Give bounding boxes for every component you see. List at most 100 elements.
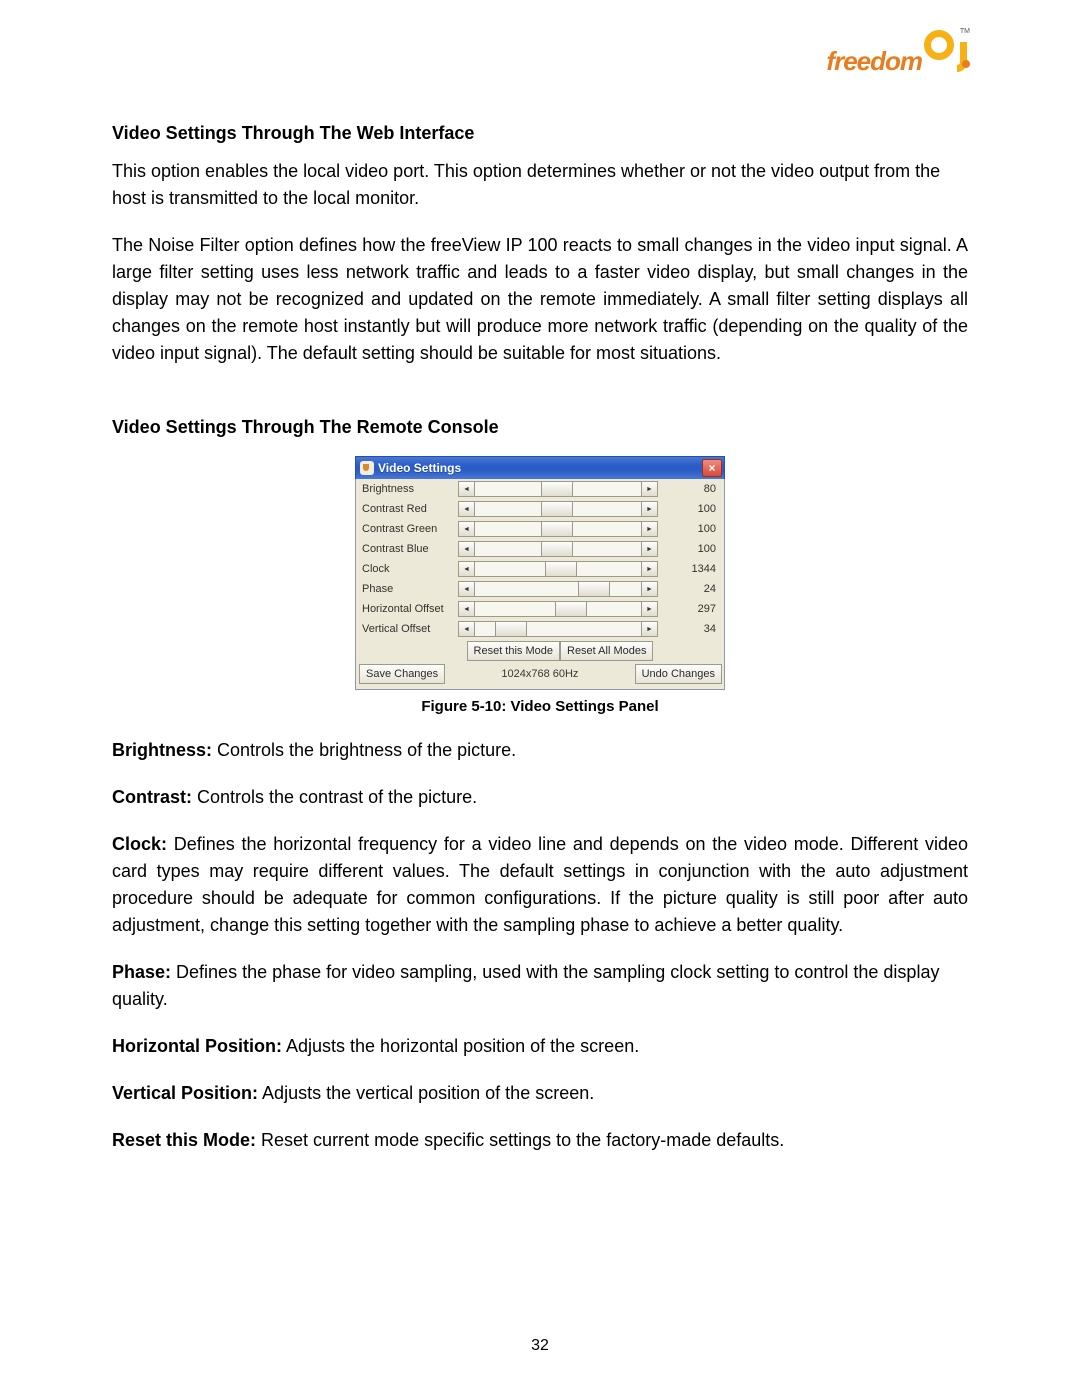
- arrow-left-icon[interactable]: ◄: [458, 601, 475, 617]
- text-phase: Defines the phase for video sampling, us…: [112, 962, 939, 1009]
- brand-nine-icon: TM: [924, 30, 964, 76]
- slider-label: Horizontal Offset: [362, 603, 454, 615]
- slider-row: Contrast Green◄►100: [356, 519, 724, 539]
- slider-track[interactable]: [475, 581, 641, 597]
- slider-row: Contrast Red◄►100: [356, 499, 724, 519]
- term-phase: Phase:: [112, 962, 171, 982]
- slider-thumb[interactable]: [545, 562, 577, 576]
- slider-scrollbar[interactable]: ◄►: [458, 601, 658, 617]
- arrow-right-icon[interactable]: ►: [641, 561, 658, 577]
- slider-scrollbar[interactable]: ◄►: [458, 621, 658, 637]
- text-contrast: Controls the contrast of the picture.: [192, 787, 477, 807]
- arrow-right-icon[interactable]: ►: [641, 621, 658, 637]
- slider-value: 1344: [662, 563, 720, 575]
- slider-track[interactable]: [475, 561, 641, 577]
- slider-thumb[interactable]: [541, 482, 573, 496]
- slider-scrollbar[interactable]: ◄►: [458, 581, 658, 597]
- slider-track[interactable]: [475, 541, 641, 557]
- slider-row: Phase◄►24: [356, 579, 724, 599]
- slider-track[interactable]: [475, 621, 641, 637]
- slider-value: 24: [662, 583, 720, 595]
- video-settings-panel: Video Settings × Brightness◄►80Contrast …: [355, 456, 725, 690]
- brand-dot-icon: [962, 60, 970, 68]
- panel-body: Brightness◄►80Contrast Red◄►100Contrast …: [355, 479, 725, 690]
- panel-titlebar: Video Settings ×: [355, 456, 725, 479]
- slider-scrollbar[interactable]: ◄►: [458, 541, 658, 557]
- slider-track[interactable]: [475, 501, 641, 517]
- def-brightness: Brightness: Controls the brightness of t…: [112, 737, 968, 764]
- save-changes-button[interactable]: Save Changes: [359, 664, 445, 684]
- arrow-left-icon[interactable]: ◄: [458, 621, 475, 637]
- slider-scrollbar[interactable]: ◄►: [458, 481, 658, 497]
- close-button[interactable]: ×: [702, 459, 722, 477]
- arrow-left-icon[interactable]: ◄: [458, 581, 475, 597]
- slider-label: Vertical Offset: [362, 623, 454, 635]
- arrow-right-icon[interactable]: ►: [641, 601, 658, 617]
- def-contrast: Contrast: Controls the contrast of the p…: [112, 784, 968, 811]
- slider-value: 100: [662, 523, 720, 535]
- arrow-right-icon[interactable]: ►: [641, 501, 658, 517]
- def-clock: Clock: Defines the horizontal frequency …: [112, 831, 968, 939]
- arrow-right-icon[interactable]: ►: [641, 481, 658, 497]
- slider-thumb[interactable]: [578, 582, 610, 596]
- reset-this-mode-button[interactable]: Reset this Mode: [467, 641, 560, 661]
- slider-label: Contrast Red: [362, 503, 454, 515]
- slider-thumb[interactable]: [555, 602, 587, 616]
- slider-row: Brightness◄►80: [356, 479, 724, 499]
- paragraph-web-2: The Noise Filter option defines how the …: [112, 232, 968, 367]
- slider-label: Clock: [362, 563, 454, 575]
- figure-caption: Figure 5-10: Video Settings Panel: [112, 698, 968, 715]
- slider-thumb[interactable]: [541, 522, 573, 536]
- slider-value: 80: [662, 483, 720, 495]
- brand-logo: freedomTM: [826, 30, 972, 76]
- undo-changes-button[interactable]: Undo Changes: [635, 664, 722, 684]
- arrow-right-icon[interactable]: ►: [641, 521, 658, 537]
- trademark-text: TM: [960, 28, 970, 35]
- reset-all-modes-button[interactable]: Reset All Modes: [560, 641, 653, 661]
- arrow-left-icon[interactable]: ◄: [458, 561, 475, 577]
- text-brightness: Controls the brightness of the picture.: [212, 740, 516, 760]
- heading-remote-console: Video Settings Through The Remote Consol…: [112, 387, 968, 438]
- slider-scrollbar[interactable]: ◄►: [458, 561, 658, 577]
- slider-scrollbar[interactable]: ◄►: [458, 501, 658, 517]
- document-page: freedomTM Video Settings Through The Web…: [0, 0, 1080, 1397]
- slider-value: 34: [662, 623, 720, 635]
- slider-thumb[interactable]: [541, 542, 573, 556]
- slider-row: Vertical Offset◄►34: [356, 619, 724, 639]
- slider-value: 100: [662, 543, 720, 555]
- slider-label: Phase: [362, 583, 454, 595]
- arrow-left-icon[interactable]: ◄: [458, 481, 475, 497]
- java-cup-icon: [360, 461, 374, 475]
- slider-scrollbar[interactable]: ◄►: [458, 521, 658, 537]
- def-vpos: Vertical Position: Adjusts the vertical …: [112, 1080, 968, 1107]
- term-vpos: Vertical Position:: [112, 1083, 258, 1103]
- slider-track[interactable]: [475, 601, 641, 617]
- arrow-right-icon[interactable]: ►: [641, 581, 658, 597]
- slider-track[interactable]: [475, 521, 641, 537]
- slider-value: 297: [662, 603, 720, 615]
- text-vpos: Adjusts the vertical position of the scr…: [258, 1083, 594, 1103]
- def-phase: Phase: Defines the phase for video sampl…: [112, 959, 968, 1013]
- arrow-left-icon[interactable]: ◄: [458, 541, 475, 557]
- slider-label: Contrast Blue: [362, 543, 454, 555]
- arrow-left-icon[interactable]: ◄: [458, 501, 475, 517]
- slider-track[interactable]: [475, 481, 641, 497]
- arrow-right-icon[interactable]: ►: [641, 541, 658, 557]
- term-hpos: Horizontal Position:: [112, 1036, 282, 1056]
- reset-button-row: Reset this Mode Reset All Modes: [454, 639, 666, 662]
- text-reset: Reset current mode specific settings to …: [256, 1130, 784, 1150]
- slider-value: 100: [662, 503, 720, 515]
- slider-label: Contrast Green: [362, 523, 454, 535]
- slider-row: Contrast Blue◄►100: [356, 539, 724, 559]
- term-brightness: Brightness:: [112, 740, 212, 760]
- video-mode-label: 1024x768 60Hz: [445, 668, 634, 680]
- slider-row: Horizontal Offset◄►297: [356, 599, 724, 619]
- arrow-left-icon[interactable]: ◄: [458, 521, 475, 537]
- page-number: 32: [0, 1337, 1080, 1355]
- brand-text: freedom: [826, 46, 922, 76]
- slider-label: Brightness: [362, 483, 454, 495]
- paragraph-web-1: This option enables the local video port…: [112, 158, 968, 212]
- panel-title: Video Settings: [378, 461, 702, 475]
- slider-thumb[interactable]: [495, 622, 527, 636]
- slider-thumb[interactable]: [541, 502, 573, 516]
